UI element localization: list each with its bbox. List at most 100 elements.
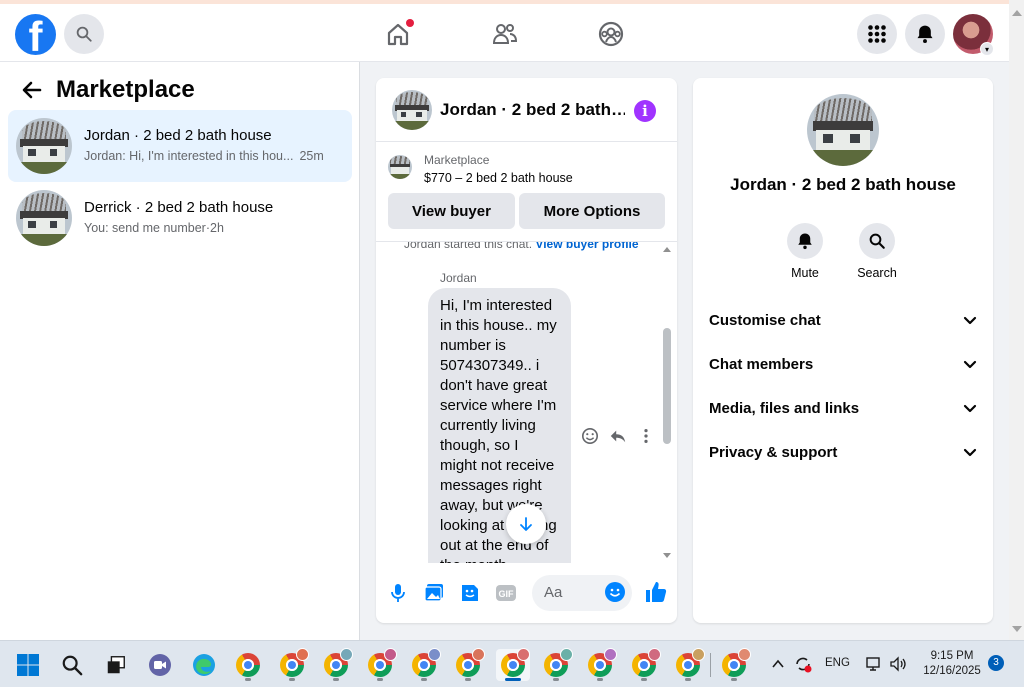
groups-icon: [598, 21, 624, 47]
mute-button[interactable]: Mute: [775, 223, 835, 280]
search-button[interactable]: [64, 14, 104, 54]
media-files-links-section[interactable]: Media, files and links: [709, 390, 977, 426]
search-in-chat-button[interactable]: Search: [847, 223, 907, 280]
menu-button[interactable]: [857, 14, 897, 54]
task-view-button[interactable]: [100, 649, 132, 681]
back-button[interactable]: [20, 78, 44, 102]
reply-icon[interactable]: [609, 427, 627, 445]
react-emoji-icon[interactable]: [581, 427, 599, 445]
search-icon: [869, 233, 885, 249]
conversation-item[interactable]: Jordan · 2 bed 2 bath house Jordan: Hi, …: [8, 110, 352, 182]
chat-avatar[interactable]: [392, 90, 432, 130]
window-scrollbar[interactable]: [1009, 0, 1024, 640]
chrome-profile-button[interactable]: [718, 648, 751, 681]
language-indicator[interactable]: ENG: [825, 657, 850, 669]
view-buyer-profile-link[interactable]: View buyer profile: [535, 242, 638, 251]
conversation-preview: You: send me number·2h: [84, 221, 224, 235]
photo-icon[interactable]: [423, 582, 445, 604]
chrome-profile-button[interactable]: [452, 648, 485, 681]
task-view-icon: [107, 656, 125, 674]
arrow-left-icon: [22, 81, 42, 99]
search-label: Search: [857, 266, 897, 280]
volume-icon[interactable]: [889, 655, 907, 673]
taskbar-search[interactable]: [56, 649, 88, 681]
chrome-profile-button[interactable]: [540, 648, 573, 681]
view-buyer-button[interactable]: View buyer: [388, 193, 515, 229]
chevron-up-icon[interactable]: [771, 658, 785, 670]
chat-members-section[interactable]: Chat members: [709, 346, 977, 382]
start-button[interactable]: [12, 649, 44, 681]
chrome-profile-button[interactable]: [672, 648, 705, 681]
clock-date[interactable]: 12/16/2025: [921, 665, 983, 677]
edge-button[interactable]: [188, 649, 220, 681]
chrome-button[interactable]: [232, 649, 264, 681]
more-options-button[interactable]: More Options: [519, 193, 665, 229]
search-icon: [76, 26, 92, 42]
chevron-down-icon: [963, 316, 977, 325]
conversation-time: ·2h: [205, 221, 224, 235]
message-list[interactable]: Jordan started this chat. View buyer pro…: [376, 241, 677, 563]
emoji-icon[interactable]: [605, 582, 625, 602]
friends-tab[interactable]: [491, 20, 519, 48]
notification-count-badge[interactable]: 3: [988, 655, 1004, 671]
scroll-down-arrow-icon[interactable]: [1012, 626, 1022, 632]
chrome-profile-button[interactable]: [276, 648, 309, 681]
message-composer: GIF Aa: [376, 563, 677, 623]
notifications-button[interactable]: [905, 14, 945, 54]
chevron-down-icon: [963, 360, 977, 369]
message-sender: Jordan: [440, 271, 477, 285]
listing-price[interactable]: $770 – 2 bed 2 bath house: [424, 171, 573, 185]
chrome-profile-button[interactable]: [408, 648, 441, 681]
more-vertical-icon[interactable]: [637, 427, 655, 445]
gif-icon[interactable]: GIF: [495, 582, 517, 604]
chrome-profile-button-active[interactable]: [496, 648, 530, 681]
teams-chat-button[interactable]: [144, 649, 176, 681]
chrome-profile-button[interactable]: [584, 648, 617, 681]
message-bubble[interactable]: Hi, I'm interested in this house.. my nu…: [428, 288, 571, 563]
taskbar-divider: [710, 653, 711, 677]
chat-details-avatar: [807, 94, 879, 166]
jump-to-latest-button[interactable]: [506, 504, 546, 544]
windows-taskbar: ENG 9:15 PM 12/16/2025: [0, 640, 1024, 687]
bell-icon: [917, 25, 933, 43]
microphone-icon[interactable]: [387, 582, 409, 604]
listing-source: Marketplace: [424, 153, 490, 167]
chrome-profile-button[interactable]: [364, 648, 397, 681]
chrome-icon: [412, 648, 441, 677]
customise-chat-section[interactable]: Customise chat: [709, 302, 977, 338]
message-actions: [581, 427, 655, 445]
arrow-down-icon: [520, 517, 532, 531]
chat-window: Jordan · 2 bed 2 bath… i Marketplace $77…: [376, 78, 677, 623]
search-icon: [62, 655, 83, 676]
network-icon[interactable]: [865, 655, 883, 673]
info-icon[interactable]: i: [634, 100, 656, 122]
chevron-down-icon: [963, 448, 977, 457]
conversation-item[interactable]: Derrick · 2 bed 2 bath house You: send m…: [8, 182, 352, 254]
privacy-support-section[interactable]: Privacy & support: [709, 434, 977, 470]
listing-thumbnail: [16, 190, 72, 246]
scroll-up-icon[interactable]: [1012, 10, 1022, 16]
chrome-icon: [236, 653, 260, 677]
scroll-up-icon[interactable]: [662, 245, 672, 253]
like-icon[interactable]: [644, 580, 668, 604]
groups-tab[interactable]: [597, 20, 625, 48]
chevron-down-icon[interactable]: ▾: [980, 42, 994, 56]
conversation-title: Derrick · 2 bed 2 bath house: [84, 199, 274, 216]
chat-title[interactable]: Jordan · 2 bed 2 bath…: [440, 100, 625, 120]
chrome-icon: [722, 648, 751, 677]
chat-scroll-thumb[interactable]: [663, 328, 671, 444]
home-tab[interactable]: [384, 19, 414, 48]
video-chat-icon: [149, 654, 171, 676]
edge-icon: [193, 654, 215, 676]
top-navigation-bar: f ▾: [0, 0, 1009, 62]
marketplace-inbox: Marketplace Jordan · 2 bed 2 bath house …: [0, 62, 360, 640]
clock-time[interactable]: 9:15 PM: [921, 650, 983, 662]
scroll-down-arrow-icon[interactable]: [662, 552, 672, 560]
chrome-profile-button[interactable]: [628, 648, 661, 681]
page-title: Marketplace: [56, 76, 195, 103]
facebook-logo[interactable]: f: [15, 14, 56, 55]
chevron-down-icon: [963, 404, 977, 413]
chrome-profile-button[interactable]: [320, 648, 353, 681]
sync-alert-icon[interactable]: [793, 654, 813, 674]
sticker-icon[interactable]: [459, 582, 481, 604]
